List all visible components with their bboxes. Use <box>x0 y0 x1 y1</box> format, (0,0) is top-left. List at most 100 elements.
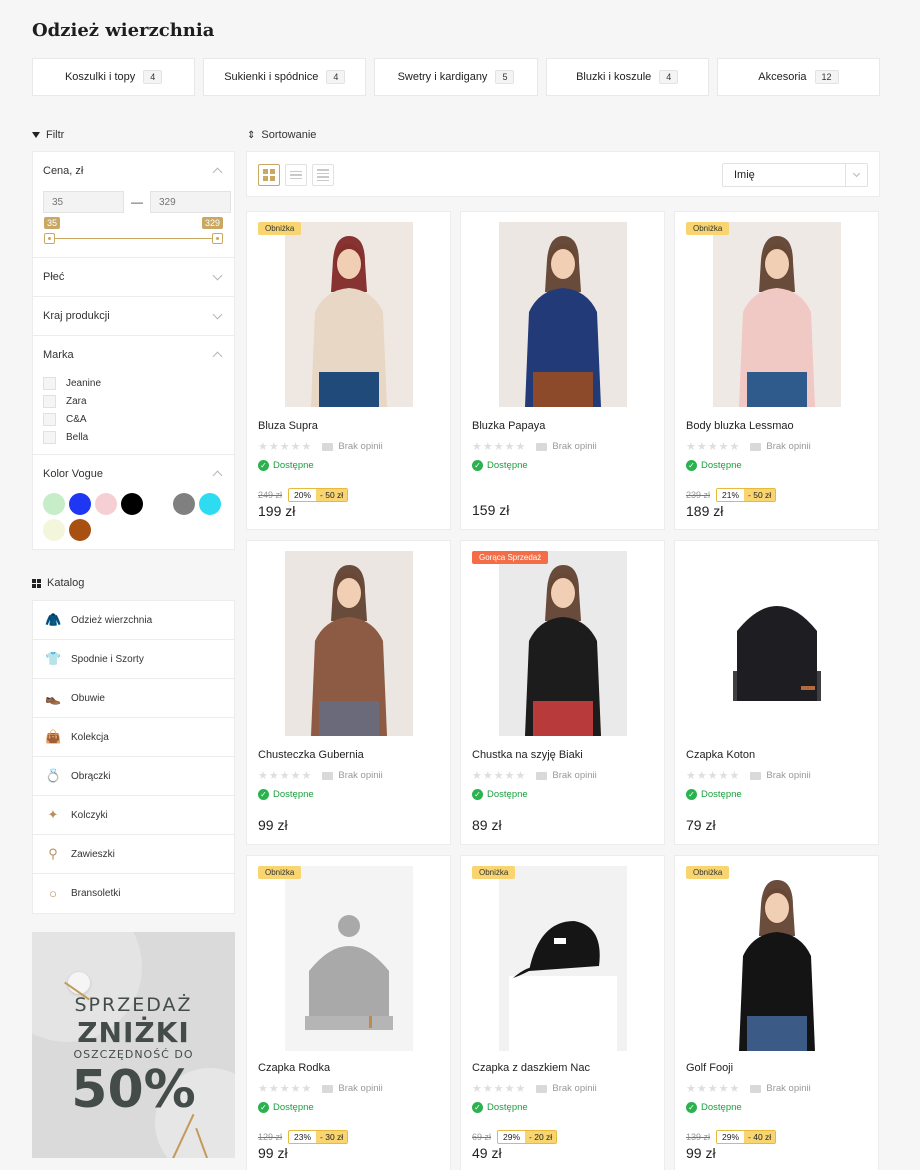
chevron-down-icon <box>845 164 867 186</box>
color-filter: Kolor Vogue <box>33 455 234 549</box>
catalog-item-label: Bransoletki <box>71 888 121 899</box>
slider-min-handle[interactable] <box>44 233 55 244</box>
brand-filter-header[interactable]: Marka <box>43 336 224 374</box>
product-card[interactable]: Gorąca Sprzedaż Chustka na szyję Biaki ★… <box>460 540 665 845</box>
filter-icon <box>32 132 40 138</box>
product-image[interactable] <box>713 222 841 407</box>
catalog-item[interactable]: ○ Bransoletki <box>33 874 234 913</box>
color-filter-header[interactable]: Kolor Vogue <box>43 455 224 493</box>
catalog-item[interactable]: ✦ Kolczyki <box>33 796 234 835</box>
category-chip[interactable]: Swetry i kardigany 5 <box>374 58 538 96</box>
product-image[interactable] <box>713 551 841 736</box>
reviews-link[interactable]: Brak opinii <box>536 441 597 452</box>
product-name[interactable]: Body bluzka Lessmao <box>686 420 794 432</box>
reviews-link[interactable]: Brak opinii <box>750 770 811 781</box>
star-icon: ★ <box>729 770 740 782</box>
product-name[interactable]: Bluza Supra <box>258 420 318 432</box>
product-image[interactable] <box>285 551 413 736</box>
product-image[interactable] <box>499 222 627 407</box>
product-name[interactable]: Czapka Rodka <box>258 1062 330 1074</box>
reviews-link[interactable]: Brak opinii <box>322 1083 383 1094</box>
slider-max-handle[interactable] <box>212 233 223 244</box>
reviews-link[interactable]: Brak opinii <box>750 441 811 452</box>
sort-select[interactable]: Imię <box>722 163 868 187</box>
price-slider[interactable]: 35 329 <box>43 213 224 257</box>
category-chip[interactable]: Koszulki i topy 4 <box>32 58 196 96</box>
category-chip[interactable]: Bluzki i koszule 4 <box>545 58 709 96</box>
price-min-input[interactable] <box>43 191 124 213</box>
product-name[interactable]: Chusteczka Gubernia <box>258 749 364 761</box>
color-swatch[interactable] <box>95 493 117 515</box>
product-card[interactable]: Obniżka Body bluzka Lessmao ★ ★ ★ ★ ★ Brak o… <box>674 211 879 530</box>
old-price: 249 zł <box>258 490 283 500</box>
old-price: 239 zł <box>686 490 711 500</box>
star-icon: ★ <box>472 441 482 453</box>
brand-checkbox[interactable] <box>43 412 56 426</box>
catalog-item[interactable]: 👜 Kolekcja <box>33 718 234 757</box>
color-swatch[interactable] <box>43 519 65 541</box>
category-chip[interactable]: Sukienki i spódnice 4 <box>203 58 367 96</box>
product-card[interactable]: Chusteczka Gubernia ★ ★ ★ ★ ★ Brak opinii ✓ D… <box>246 540 451 845</box>
catalog-item[interactable]: 💍 Obrączki <box>33 757 234 796</box>
brand-option[interactable]: Bella <box>43 428 224 446</box>
product-card[interactable]: Obniżka Golf Fooji ★ ★ ★ ★ ★ Brak opinii ✓ Do… <box>674 855 879 1170</box>
star-icon: ★ <box>268 441 279 453</box>
price-filter-header[interactable]: Cena, zł <box>43 152 224 190</box>
category-count: 4 <box>326 70 346 84</box>
catalog-item[interactable]: 🧥 Odzież wierzchnia <box>33 601 234 640</box>
discount-badge: 23% - 30 zł <box>288 1130 349 1144</box>
product-image[interactable] <box>285 866 413 1051</box>
reviews-link[interactable]: Brak opinii <box>536 1083 597 1094</box>
compact-view-button[interactable] <box>312 164 334 186</box>
product-image[interactable] <box>285 222 413 407</box>
product-name[interactable]: Golf Fooji <box>686 1062 733 1074</box>
color-swatch[interactable] <box>69 493 91 515</box>
gender-filter-header[interactable]: Płeć <box>43 258 224 296</box>
grid-view-button[interactable] <box>258 164 280 186</box>
reviews-link[interactable]: Brak opinii <box>750 1083 811 1094</box>
promo-banner[interactable]: SPRZEDAŻ ZNIŻKI OSZCZĘDNOŚĆ DO 50% <box>32 932 235 1158</box>
price-min-tag: 35 <box>44 217 61 229</box>
product-card[interactable]: Czapka Koton ★ ★ ★ ★ ★ Brak opinii ✓ Dostępne… <box>674 540 879 845</box>
list-view-button[interactable] <box>285 164 307 186</box>
category-chip[interactable]: Akcesoria 12 <box>716 58 881 96</box>
product-card[interactable]: Obniżka Czapka z daszkiem Nac ★ ★ ★ ★ ★ Brak… <box>460 855 665 1170</box>
product-card[interactable]: Obniżka Bluza Supra ★ ★ ★ ★ ★ Brak opinii ✓ D… <box>246 211 451 530</box>
brand-option[interactable]: Jeanine <box>43 374 224 392</box>
reviews-link[interactable]: Brak opinii <box>536 770 597 781</box>
product-name[interactable]: Bluzka Papaya <box>472 420 545 432</box>
price-max-input[interactable] <box>150 191 231 213</box>
color-swatch[interactable] <box>199 493 221 515</box>
product-name[interactable]: Chustka na szyję Biaki <box>472 749 583 761</box>
color-swatch[interactable] <box>121 493 143 515</box>
brand-checkbox[interactable] <box>43 394 56 408</box>
star-icon: ★ <box>301 770 312 782</box>
product-name[interactable]: Czapka z daszkiem Nac <box>472 1062 590 1074</box>
brand-checkbox[interactable] <box>43 430 56 444</box>
product-name[interactable]: Czapka Koton <box>686 749 755 761</box>
color-swatch[interactable] <box>43 493 65 515</box>
star-icon: ★ <box>729 1083 740 1095</box>
product-image[interactable] <box>713 866 841 1051</box>
color-swatch[interactable] <box>173 493 195 515</box>
reviews-link[interactable]: Brak opinii <box>322 441 383 452</box>
product-card[interactable]: Obniżka Czapka Rodka ★ ★ ★ ★ ★ Brak opinii ✓… <box>246 855 451 1170</box>
star-icon: ★ <box>482 441 493 453</box>
catalog-item[interactable]: ⚲ Zawieszki <box>33 835 234 874</box>
product-image[interactable] <box>499 866 627 1051</box>
catalog-item[interactable]: 👕 Spodnie i Szorty <box>33 640 234 679</box>
color-swatch[interactable] <box>69 519 91 541</box>
product-image[interactable] <box>499 551 627 736</box>
brand-checkbox[interactable] <box>43 376 56 390</box>
catalog-item[interactable]: 👞 Obuwie <box>33 679 234 718</box>
product-card[interactable]: Bluzka Papaya ★ ★ ★ ★ ★ Brak opinii ✓ Dostępn… <box>460 211 665 530</box>
reviews-link[interactable]: Brak opinii <box>322 770 383 781</box>
discount-badge: 20% - 50 zł <box>288 488 349 502</box>
brand-option[interactable]: Zara <box>43 392 224 410</box>
product-price: 49 zł <box>472 1145 502 1161</box>
color-swatch[interactable] <box>147 493 169 515</box>
brand-option[interactable]: C&A <box>43 410 224 428</box>
discount-row: 139 zł 29% - 40 zł <box>686 1130 777 1144</box>
star-icon: ★ <box>696 1083 707 1095</box>
country-filter-header[interactable]: Kraj produkcji <box>43 297 224 335</box>
